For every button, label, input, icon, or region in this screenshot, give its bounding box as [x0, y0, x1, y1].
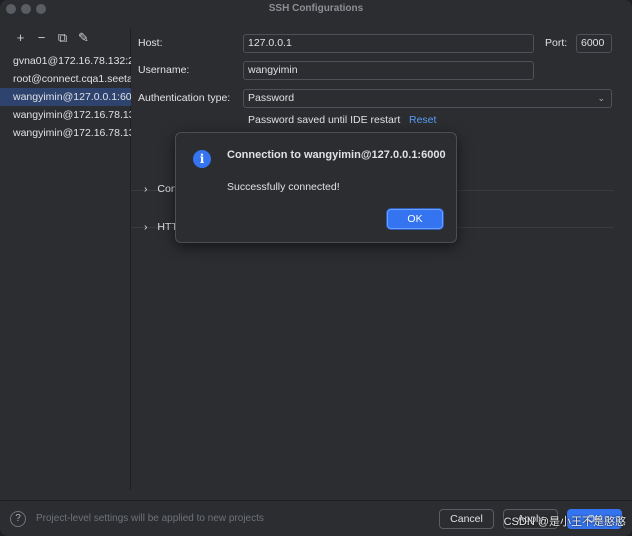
section-http-expander[interactable]: › HTT [144, 219, 178, 235]
section-connection-expander[interactable]: › Con [144, 181, 177, 197]
info-icon: i [193, 150, 211, 168]
remove-icon[interactable]: − [35, 31, 48, 45]
host-list-item[interactable]: gvna01@172.16.78.132:2 [0, 52, 131, 70]
password-hint: Password saved until IDE restart [248, 114, 401, 126]
chevron-right-icon: › [144, 221, 148, 233]
host-sidebar: + − ⧉ ✎ gvna01@172.16.78.132:2 root@conn… [0, 28, 131, 490]
copy-icon[interactable]: ⧉ [56, 31, 69, 45]
help-icon[interactable]: ? [10, 511, 26, 527]
host-list: gvna01@172.16.78.132:2 root@connect.cqa1… [0, 52, 131, 142]
host-field[interactable]: 127.0.0.1 [243, 34, 534, 53]
section-connection-label: Con [157, 183, 177, 195]
auth-type-select[interactable]: Password ⌄ [243, 89, 612, 108]
add-icon[interactable]: + [14, 31, 27, 45]
host-list-item[interactable]: wangyimin@172.16.78.13 [0, 106, 131, 124]
sidebar-toolbar: + − ⧉ ✎ [14, 31, 90, 47]
port-label: Port: [545, 37, 568, 49]
auth-type-label: Authentication type: [138, 92, 231, 104]
config-form: Host: 127.0.0.1 Port: 6000 Username: wan… [131, 28, 632, 490]
username-label: Username: [138, 64, 190, 76]
dialog-title: Connection to wangyimin@127.0.0.1:6000 [227, 149, 446, 161]
host-list-item[interactable]: root@connect.cqa1.seeta [0, 70, 131, 88]
dialog-ok-button[interactable]: OK [387, 209, 443, 229]
project-settings-note: Project-level settings will be applied t… [36, 513, 264, 524]
dialog-message: Successfully connected! [227, 181, 340, 193]
port-field[interactable]: 6000 [576, 34, 612, 53]
window-title: SSH Configurations [268, 3, 364, 14]
title-bar: SSH Configurations [0, 0, 632, 18]
connection-result-dialog: i Connection to wangyimin@127.0.0.1:6000… [175, 132, 457, 243]
chevron-down-icon: ⌄ [597, 93, 605, 103]
edit-icon[interactable]: ✎ [77, 31, 90, 45]
reset-link[interactable]: Reset [409, 114, 436, 126]
watermark: CSDN @是小王不是憨憨 [503, 516, 626, 528]
host-list-item-selected[interactable]: wangyimin@127.0.0.1:60 [0, 88, 131, 106]
host-list-item[interactable]: wangyimin@172.16.78.13 [0, 124, 131, 142]
host-label: Host: [138, 37, 163, 49]
username-field[interactable]: wangyimin [243, 61, 534, 80]
cancel-button[interactable]: Cancel [439, 509, 494, 529]
ssh-configurations-window: SSH Configurations + − ⧉ ✎ gvna01@172.16… [0, 0, 632, 536]
auth-type-value: Password [248, 92, 295, 104]
chevron-right-icon: › [144, 183, 148, 195]
